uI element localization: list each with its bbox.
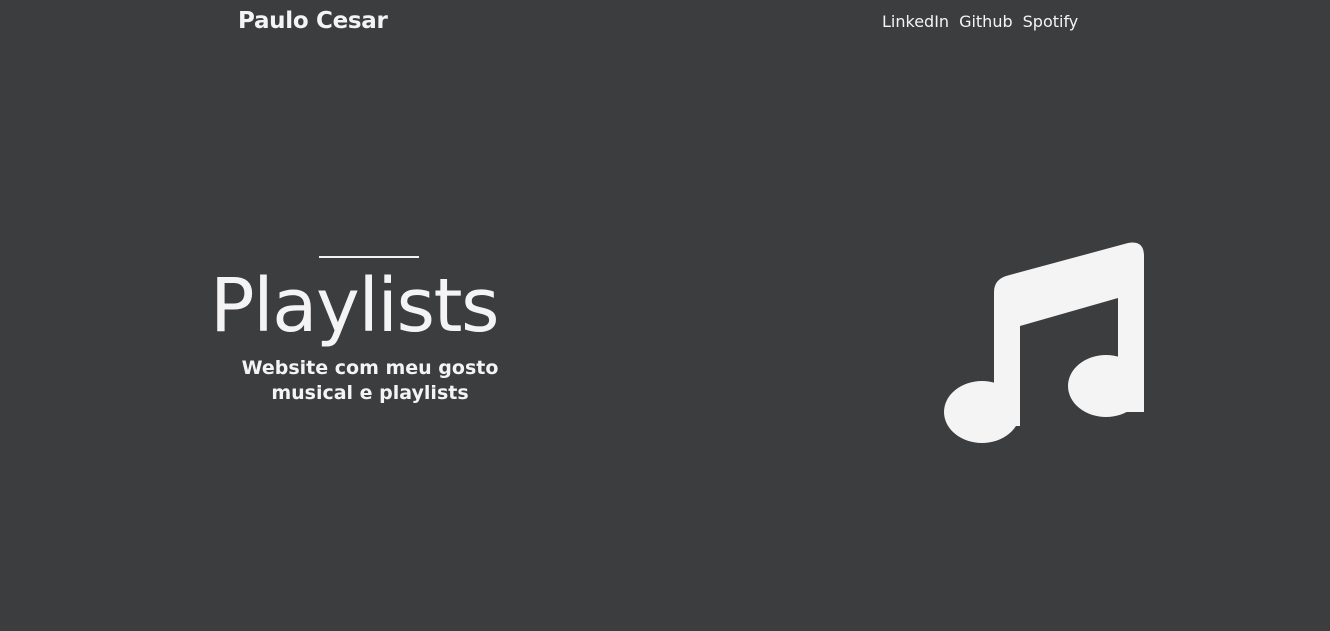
nav-link-spotify[interactable]: Spotify: [1023, 12, 1079, 31]
page: Paulo Cesar LinkedIn Github Spotify Play…: [0, 0, 1330, 631]
nav-link-github[interactable]: Github: [959, 12, 1013, 31]
top-nav: LinkedIn Github Spotify: [882, 12, 1078, 31]
hero-divider: [319, 256, 419, 258]
nav-link-linkedin[interactable]: LinkedIn: [882, 12, 949, 31]
music-note-icon: [944, 242, 1144, 443]
site-brand[interactable]: Paulo Cesar: [238, 8, 388, 34]
hero-subtitle: Website com meu gosto musical e playlist…: [241, 357, 499, 404]
hero-title: Playlists: [210, 263, 500, 349]
